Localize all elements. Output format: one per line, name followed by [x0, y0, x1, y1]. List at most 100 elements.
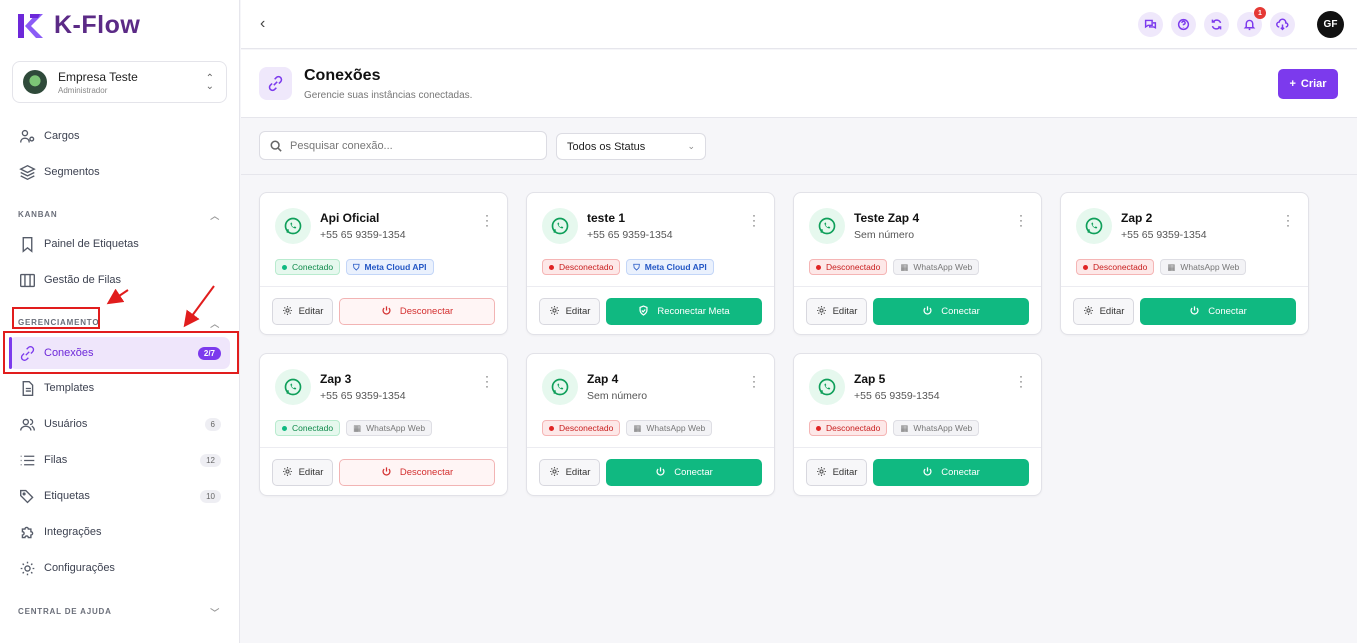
- edit-button[interactable]: Editar: [806, 459, 867, 486]
- sidebar-item-usuarios[interactable]: Usuários 6: [18, 414, 223, 434]
- connection-card: Zap 2 +55 65 9359-1354 · · · Desconectado …: [1060, 192, 1309, 335]
- status-badge-label: Desconectado: [826, 423, 881, 433]
- app-logo[interactable]: K-Flow: [16, 11, 140, 40]
- more-options-icon[interactable]: · · ·: [752, 370, 756, 392]
- qr-code-icon: ▦: [353, 422, 362, 433]
- edit-label: Editar: [1099, 306, 1125, 317]
- create-connection-button[interactable]: + Criar: [1278, 69, 1338, 99]
- chat-icon[interactable]: [1138, 12, 1163, 37]
- list-icon: [18, 451, 36, 469]
- search-input[interactable]: [290, 139, 530, 152]
- sidebar-item-filas[interactable]: Filas 12: [18, 450, 223, 470]
- connection-card: Api Oficial +55 65 9359-1354 · · · Conecta…: [259, 192, 508, 335]
- edit-button[interactable]: Editar: [806, 298, 867, 325]
- power-icon: [655, 466, 666, 480]
- bell-icon[interactable]: 1: [1237, 7, 1266, 37]
- edit-button[interactable]: Editar: [1073, 298, 1134, 325]
- action-label: Conectar: [941, 467, 980, 478]
- plus-icon: +: [1289, 78, 1296, 90]
- company-switcher[interactable]: Empresa Teste Administrador ⌃ ⌄: [12, 61, 227, 103]
- status-badge: Desconectado: [542, 259, 621, 275]
- type-badge-label: Meta Cloud API: [644, 262, 707, 272]
- status-badge-label: Desconectado: [826, 262, 881, 272]
- qr-code-icon: ▦: [900, 422, 909, 433]
- annotation-box-section: [12, 307, 100, 329]
- status-dot: [549, 264, 554, 270]
- edit-label: Editar: [832, 306, 858, 317]
- user-avatar[interactable]: GF: [1317, 11, 1344, 38]
- sidebar-item-integracoes[interactable]: Integrações: [18, 522, 223, 542]
- connect-button[interactable]: Conectar: [873, 298, 1029, 325]
- connection-phone: +55 65 9359-1354: [320, 229, 406, 241]
- more-options-icon[interactable]: · · ·: [485, 370, 489, 392]
- status-dot: [549, 425, 554, 431]
- sidebar-item-segmentos[interactable]: Segmentos: [18, 162, 223, 182]
- power-icon: [922, 466, 933, 480]
- reconnect-meta-button[interactable]: Reconectar Meta: [606, 298, 762, 325]
- type-badge: ▦ WhatsApp Web: [893, 259, 980, 275]
- disconnect-button[interactable]: Desconectar: [339, 298, 495, 325]
- section-central-ajuda[interactable]: CENTRAL DE AJUDA ﹀: [18, 607, 220, 618]
- connect-button[interactable]: Conectar: [606, 459, 762, 486]
- connect-button[interactable]: Conectar: [1140, 298, 1296, 325]
- card-divider: [260, 447, 507, 448]
- help-icon[interactable]: [1171, 12, 1196, 37]
- type-badge-label: WhatsApp Web: [913, 262, 973, 272]
- edit-button[interactable]: Editar: [539, 298, 600, 325]
- type-badge-label: WhatsApp Web: [913, 423, 973, 433]
- status-filter-select[interactable]: Todos os Status ⌄: [556, 133, 706, 160]
- edit-button[interactable]: Editar: [272, 298, 333, 325]
- edit-label: Editar: [565, 467, 591, 478]
- more-options-icon[interactable]: · · ·: [1286, 209, 1290, 231]
- more-options-icon[interactable]: · · ·: [1019, 209, 1023, 231]
- status-badge-label: Desconectado: [559, 262, 614, 272]
- edit-button[interactable]: Editar: [272, 459, 333, 486]
- status-badge-label: Desconectado: [1093, 262, 1148, 272]
- connection-name: Zap 4: [587, 372, 619, 386]
- document-icon: [18, 379, 36, 397]
- section-title: CENTRAL DE AJUDA: [18, 607, 112, 616]
- connection-name: Api Oficial: [320, 211, 380, 225]
- collapse-sidebar-icon[interactable]: ‹: [260, 15, 265, 33]
- connection-name: Teste Zap 4: [854, 211, 920, 225]
- action-label: Desconectar: [399, 306, 454, 317]
- power-icon: [1189, 305, 1200, 319]
- qr-code-icon: ▦: [633, 422, 642, 433]
- type-badge-label: WhatsApp Web: [1180, 262, 1240, 272]
- more-options-icon[interactable]: · · ·: [1019, 370, 1023, 392]
- type-badge: ⛉ Meta Cloud API: [346, 259, 434, 275]
- annotation-arrows-icon: [106, 285, 215, 328]
- more-options-icon[interactable]: · · ·: [752, 209, 756, 231]
- download-cloud-icon[interactable]: [1270, 12, 1295, 37]
- chevron-down-icon: ﹀: [210, 608, 220, 618]
- edit-label: Editar: [565, 306, 591, 317]
- sidebar-item-configuracoes[interactable]: Configurações: [18, 558, 223, 578]
- connection-card: Zap 4 Sem número · · · Desconectado ▦ Whats…: [526, 353, 775, 496]
- refresh-icon[interactable]: [1204, 12, 1229, 37]
- status-dot: [282, 425, 287, 431]
- status-badge-label: Conectado: [292, 423, 334, 433]
- link-icon: [259, 67, 292, 100]
- section-kanban[interactable]: KANBAN ︿: [18, 210, 220, 221]
- sidebar-item-painel-etiquetas[interactable]: Painel de Etiquetas: [18, 234, 223, 254]
- status-badge: Desconectado: [809, 420, 888, 436]
- page-subtitle: Gerencie suas instâncias conectadas.: [304, 90, 473, 101]
- connect-button[interactable]: Conectar: [873, 459, 1029, 486]
- sidebar-item-templates[interactable]: Templates: [18, 378, 223, 398]
- shield-icon: ⛉: [633, 261, 640, 272]
- badges: Desconectado ▦ WhatsApp Web: [542, 420, 713, 436]
- disconnect-button[interactable]: Desconectar: [339, 459, 495, 486]
- gear-icon: [1083, 305, 1094, 319]
- sidebar-item-cargos[interactable]: Cargos: [18, 126, 223, 146]
- edit-button[interactable]: Editar: [539, 459, 600, 486]
- card-divider: [794, 447, 1041, 448]
- more-options-icon[interactable]: · · ·: [485, 209, 489, 231]
- action-label: Conectar: [1208, 306, 1247, 317]
- search-connections[interactable]: [259, 131, 547, 160]
- gear-icon: [282, 305, 293, 319]
- app-name: K-Flow: [54, 11, 141, 39]
- users-count-badge: 6: [204, 417, 221, 431]
- status-badge-label: Desconectado: [559, 423, 614, 433]
- sidebar-item-etiquetas[interactable]: Etiquetas 10: [18, 486, 223, 506]
- sidebar-item-label: Cargos: [44, 130, 80, 142]
